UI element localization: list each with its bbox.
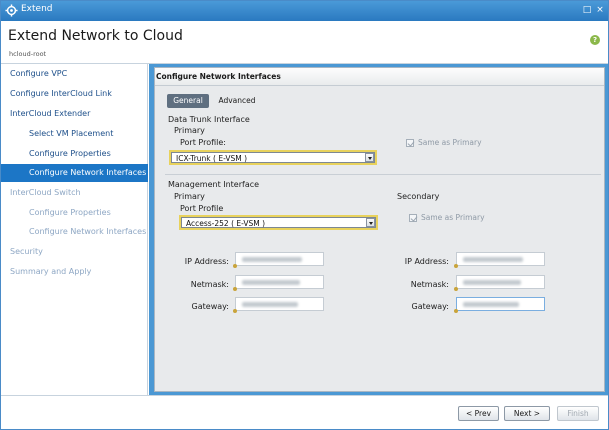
secondary-ip-label: IP Address: xyxy=(404,257,449,266)
secondary-netmask-input[interactable] xyxy=(454,275,545,291)
sidebar-item-summary-and-apply: Summary and Apply xyxy=(10,267,92,276)
sidebar-item-configure-vpc[interactable]: Configure VPC xyxy=(1,65,148,83)
management-same-as-primary: Same as Primary xyxy=(409,213,485,222)
window-title: Extend xyxy=(21,4,53,14)
primary-gateway-input[interactable] xyxy=(233,297,324,313)
data-trunk-same-as-primary-label: Same as Primary xyxy=(418,138,482,147)
chevron-down-icon[interactable] xyxy=(366,218,375,227)
checkbox-icon xyxy=(409,214,417,222)
secondary-netmask-label: Netmask: xyxy=(410,280,449,289)
masked-value xyxy=(242,302,298,307)
management-primary-label: Primary xyxy=(174,192,205,201)
gear-icon xyxy=(5,4,18,17)
sidebar-item-intercloud-switch: InterCloud Switch xyxy=(10,188,81,197)
required-icon xyxy=(233,264,237,268)
sidebar-item-extender-configure-network-interfaces[interactable]: Configure Network Interfaces xyxy=(1,164,148,182)
wizard-footer: < Prev Next > Finish xyxy=(1,395,608,429)
management-port-profile-label: Port Profile xyxy=(180,204,224,213)
finish-button[interactable]: Finish xyxy=(557,406,599,421)
sidebar-item-configure-intercloud-link[interactable]: Configure InterCloud Link xyxy=(1,85,148,103)
sidebar-item-extender-configure-properties[interactable]: Configure Properties xyxy=(1,145,148,163)
sidebar-item-select-vm-placement[interactable]: Select VM Placement xyxy=(1,125,148,143)
checkbox-icon xyxy=(406,139,414,147)
title-bar[interactable]: Extend □ × xyxy=(1,1,608,21)
required-icon xyxy=(233,309,237,313)
data-trunk-port-profile-select[interactable]: ICX-Trunk ( E-VSM ) xyxy=(169,150,377,165)
wizard-steps-sidebar: Configure VPC Configure InterCloud Link … xyxy=(1,64,148,395)
restore-icon[interactable]: □ xyxy=(581,4,593,16)
tab-general[interactable]: General xyxy=(167,94,209,108)
primary-gateway-label: Gateway: xyxy=(191,302,229,311)
sidebar-item-switch-configure-properties: Configure Properties xyxy=(29,208,111,217)
prev-button[interactable]: < Prev xyxy=(458,406,499,421)
next-button[interactable]: Next > xyxy=(504,406,550,421)
required-icon xyxy=(454,264,458,268)
main-content: Configure Network Interfaces General Adv… xyxy=(149,64,608,395)
sidebar-item-switch-configure-network-interfaces: Configure Network Interfaces xyxy=(29,227,147,236)
page-header: Extend Network to Cloud hcloud-root ? xyxy=(1,21,608,64)
masked-value xyxy=(463,257,523,262)
masked-value xyxy=(463,280,521,285)
data-trunk-primary-label: Primary xyxy=(174,126,205,135)
primary-ip-input[interactable] xyxy=(233,252,324,268)
management-heading: Management Interface xyxy=(168,180,260,189)
required-icon xyxy=(454,287,458,291)
management-port-profile-select[interactable]: Access-252 ( E-VSM ) xyxy=(179,215,378,230)
secondary-gateway-label: Gateway: xyxy=(411,302,449,311)
management-port-profile-value: Access-252 ( E-VSM ) xyxy=(181,217,376,228)
primary-ip-label: IP Address: xyxy=(184,257,229,266)
page-title: Extend Network to Cloud xyxy=(8,28,183,44)
panel-title: Configure Network Interfaces xyxy=(155,68,604,86)
chevron-down-icon[interactable] xyxy=(365,153,374,162)
primary-netmask-label: Netmask: xyxy=(190,280,229,289)
data-trunk-port-profile-value: ICX-Trunk ( E-VSM ) xyxy=(171,152,375,163)
primary-netmask-input[interactable] xyxy=(233,275,324,291)
tab-advanced[interactable]: Advanced xyxy=(212,94,262,108)
sidebar-item-security: Security xyxy=(10,247,43,256)
management-same-as-primary-label: Same as Primary xyxy=(421,213,485,222)
secondary-gateway-input[interactable] xyxy=(454,297,545,313)
management-secondary-label: Secondary xyxy=(397,192,440,201)
page-subtitle: hcloud-root xyxy=(9,50,47,58)
masked-value xyxy=(242,257,302,262)
section-divider xyxy=(165,174,601,175)
sidebar-item-intercloud-extender[interactable]: InterCloud Extender xyxy=(1,105,148,123)
secondary-ip-input[interactable] xyxy=(454,252,545,268)
close-icon[interactable]: × xyxy=(594,4,606,16)
data-trunk-same-as-primary: Same as Primary xyxy=(406,138,482,147)
required-icon xyxy=(454,309,458,313)
network-interfaces-panel: Configure Network Interfaces General Adv… xyxy=(154,67,605,392)
help-icon[interactable]: ? xyxy=(590,35,600,45)
wizard-window: Extend □ × Extend Network to Cloud hclou… xyxy=(0,0,609,430)
data-trunk-heading: Data Trunk Interface xyxy=(168,115,250,124)
data-trunk-port-profile-label: Port Profile: xyxy=(180,138,226,147)
required-icon xyxy=(233,287,237,291)
masked-value xyxy=(242,280,300,285)
masked-value xyxy=(463,302,519,307)
